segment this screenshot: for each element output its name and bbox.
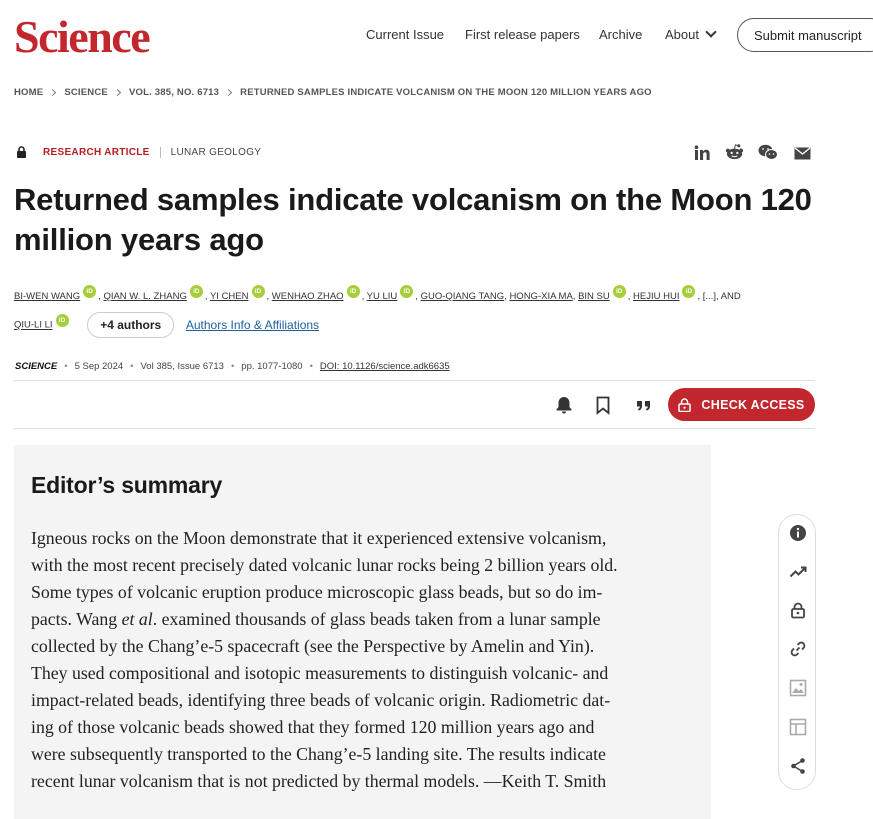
wechat-icon[interactable] — [758, 144, 778, 161]
doi-link[interactable]: DOI: 10.1126/science.adk6635 — [320, 361, 450, 372]
divider — [14, 380, 815, 381]
summary-line: They used compositional and isotopic mea… — [31, 663, 609, 683]
nav-about[interactable]: About — [665, 0, 717, 68]
science-logo[interactable]: Science — [14, 12, 151, 62]
author-name[interactable]: GUO-QIANG TANG — [421, 291, 505, 302]
chevron-down-icon — [705, 25, 717, 38]
divider — [159, 146, 161, 158]
site-header: Science Current Issue First release pape… — [0, 0, 873, 68]
reddit-icon[interactable] — [725, 143, 744, 161]
author-name[interactable]: WENHAO ZHAO — [272, 291, 344, 302]
orcid-icon[interactable]: iD — [83, 285, 97, 298]
summary-text: Igneous rocks on the Moon demonstrate th… — [31, 525, 696, 795]
chevron-right-icon — [113, 88, 121, 97]
author-line-1: BI-WEN WANG iD, QIAN W. L. ZHANG iD, YI CH… — [14, 282, 741, 312]
summary-heading: Editor’s summary — [31, 472, 223, 498]
link-icon[interactable] — [789, 640, 807, 658]
separator-dot: • — [130, 361, 134, 372]
access-lock-icon[interactable] — [789, 601, 807, 619]
bell-icon[interactable] — [554, 395, 574, 415]
article-subject[interactable]: LUNAR GEOLOGY — [171, 147, 262, 158]
chevron-right-icon — [49, 88, 57, 97]
author-name[interactable]: HEJIU HUI — [633, 291, 679, 302]
check-access-button[interactable]: CHECK ACCESS — [668, 388, 815, 421]
author-name[interactable]: QIAN W. L. ZHANG — [103, 291, 186, 302]
breadcrumb-science[interactable]: SCIENCE — [64, 87, 108, 98]
summary-line: impact-related beads, identifying three … — [31, 690, 611, 710]
linkedin-icon[interactable] — [694, 145, 710, 161]
cite-quote-icon[interactable] — [634, 395, 654, 415]
breadcrumb-volume[interactable]: VOL. 385, NO. 6713 — [129, 87, 219, 98]
summary-line: recent lunar volcanism that is not predi… — [31, 771, 607, 791]
submit-manuscript-button[interactable]: Submit manuscript — [737, 18, 873, 52]
author-name[interactable]: QIU-LI LI — [14, 320, 53, 331]
summary-line: with the most recent precisely dated vol… — [31, 555, 618, 575]
author-name[interactable]: BI-WEN WANG — [14, 291, 80, 302]
article-title: Returned samples indicate volcanism on t… — [14, 182, 812, 257]
info-icon[interactable] — [789, 524, 807, 542]
orcid-icon[interactable]: iD — [346, 285, 360, 298]
separator-dot: • — [230, 361, 235, 372]
nav-first-release[interactable]: First release papers — [465, 0, 580, 68]
metrics-icon[interactable] — [789, 563, 807, 581]
summary-line: were subsequently transported to the Cha… — [31, 744, 606, 764]
more-authors-button[interactable]: +4 authors — [87, 312, 175, 338]
author-name[interactable]: YI CHEN — [210, 291, 249, 302]
share-icon[interactable] — [789, 757, 807, 775]
email-icon[interactable] — [794, 147, 811, 160]
orcid-icon[interactable]: iD — [612, 285, 626, 298]
italic-text: et al — [121, 609, 153, 629]
lock-icon — [678, 397, 692, 412]
authors-info-link[interactable]: Authors Info & Affiliations — [186, 318, 319, 332]
nav-archive[interactable]: Archive — [599, 0, 642, 68]
pub-date: 5 Sep 2024 — [74, 361, 124, 372]
separator-dot: • — [309, 361, 313, 372]
divider — [14, 428, 815, 429]
breadcrumb-home[interactable]: HOME — [14, 87, 43, 98]
bookmark-icon[interactable] — [593, 395, 613, 415]
chevron-right-icon — [225, 88, 233, 97]
check-access-label: CHECK ACCESS — [701, 397, 805, 412]
journal-name[interactable]: SCIENCE — [15, 361, 57, 372]
article-tools-rail — [778, 514, 816, 790]
orcid-icon[interactable]: iD — [682, 285, 696, 298]
author-line-2: QIU-LI LI iD +4 authors Authors Info & Af… — [14, 310, 319, 341]
author-name[interactable]: HONG-XIA MA — [509, 291, 572, 302]
nav-current-issue[interactable]: Current Issue — [366, 0, 444, 68]
author-name[interactable]: YU LIU — [367, 291, 398, 302]
orcid-icon[interactable]: iD — [55, 313, 69, 327]
breadcrumb: HOME SCIENCE VOL. 385, NO. 6713 RETURNED… — [14, 87, 652, 98]
summary-line: Igneous rocks on the Moon demonstrate th… — [31, 528, 607, 548]
publication-info: SCIENCE • 5 Sep 2024 • Vol 385, Issue 67… — [15, 361, 450, 372]
summary-line: collected by the Chang’e-5 spacecraft (s… — [31, 636, 595, 656]
separator-dot: • — [64, 361, 68, 372]
breadcrumb-current: RETURNED SAMPLES INDICATE VOLCANISM ON T… — [240, 87, 652, 98]
orcid-icon[interactable]: iD — [400, 285, 414, 298]
page-range: pp. 1077-1080 — [241, 361, 303, 372]
summary-line: pacts. Wang et al. examined thousands of… — [31, 609, 601, 629]
volume-issue[interactable]: Vol 385, Issue 6713 — [141, 361, 224, 372]
tables-icon[interactable] — [789, 718, 807, 736]
article-meta: RESEARCH ARTICLE LUNAR GEOLOGY — [16, 146, 261, 158]
authors-ellipsis[interactable]: [...], AND — [703, 291, 741, 302]
author-name[interactable]: BIN SU — [578, 291, 610, 302]
lock-icon — [17, 146, 26, 158]
orcid-icon[interactable]: iD — [189, 285, 203, 298]
article-type[interactable]: RESEARCH ARTICLE — [43, 147, 150, 158]
figures-icon[interactable] — [789, 679, 807, 697]
summary-line: Some types of volcanic eruption produce … — [31, 582, 603, 602]
orcid-icon[interactable]: iD — [251, 285, 265, 298]
summary-line: ing of those volcanic beads showed that … — [31, 717, 595, 737]
editors-summary: Editor’s summary Igneous rocks on the Mo… — [14, 445, 711, 819]
